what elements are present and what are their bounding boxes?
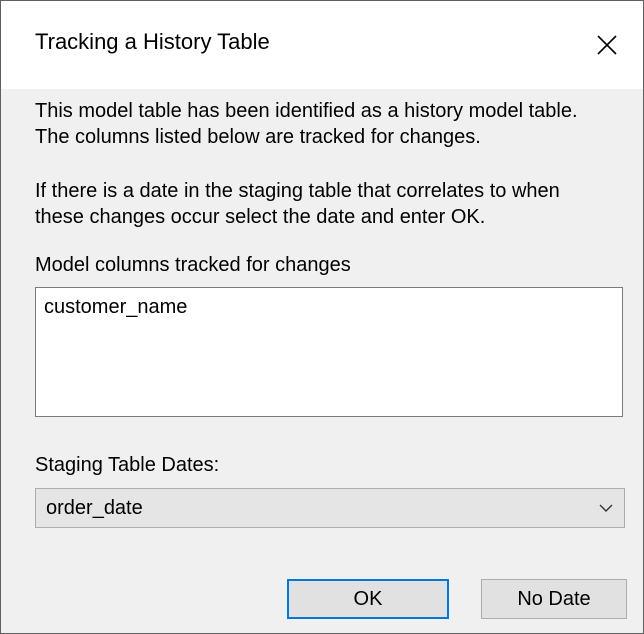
intro-text-line-1: This model table has been identified as … bbox=[35, 100, 578, 122]
dialog-title: Tracking a History Table bbox=[35, 29, 270, 54]
staging-dates-selected: order_date bbox=[46, 497, 143, 519]
ok-button[interactable]: OK bbox=[287, 579, 449, 619]
no-date-button[interactable]: No Date bbox=[481, 579, 627, 619]
dialog-content: This model table has been identified as … bbox=[1, 89, 643, 633]
list-item[interactable]: customer_name bbox=[44, 294, 187, 320]
columns-label: Model columns tracked for changes bbox=[35, 254, 351, 276]
history-table-dialog: Tracking a History Table This model tabl… bbox=[0, 0, 644, 634]
date-text-line-2: these changes occur select the date and … bbox=[35, 206, 486, 228]
staging-dates-label: Staging Table Dates: bbox=[35, 454, 220, 476]
date-text-line-1: If there is a date in the staging table … bbox=[35, 180, 560, 202]
title-bar: Tracking a History Table bbox=[1, 1, 643, 89]
staging-dates-dropdown[interactable]: order_date bbox=[35, 488, 625, 528]
close-button[interactable] bbox=[577, 17, 637, 73]
intro-text-line-2: The columns listed below are tracked for… bbox=[35, 126, 481, 148]
chevron-down-icon bbox=[599, 504, 613, 512]
tracked-columns-listbox[interactable]: customer_name bbox=[35, 287, 623, 417]
close-icon bbox=[597, 35, 617, 55]
